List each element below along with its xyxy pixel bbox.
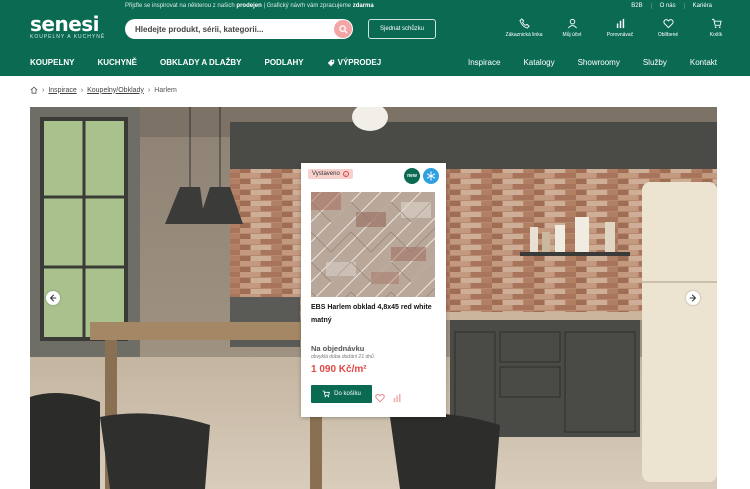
cart-label: Košík [709, 32, 723, 38]
availability: Na objednávku [311, 344, 365, 353]
nav-item-bathrooms[interactable]: KOUPELNY [30, 58, 74, 67]
search-bar [125, 19, 353, 39]
nav-item-services[interactable]: Služby [643, 58, 667, 67]
nav-item-catalogs[interactable]: Katalogy [523, 58, 554, 67]
add-to-cart-button[interactable]: Do košíku [311, 385, 372, 403]
promo-mid: | Grafický návrh vám zpracujeme [263, 3, 352, 9]
meeting-button[interactable]: Sjednat schůzku [368, 19, 436, 39]
product-card: Vystaveno i new EBS Harlem obklad 4,8x45… [301, 163, 446, 417]
breadcrumb: › Inspirace › Koupelny/Obklady › Harlem [30, 86, 177, 94]
customer-line-label: Zákaznická linka [505, 32, 543, 38]
arrow-left-icon [49, 294, 57, 302]
cart-icon [711, 18, 722, 28]
snowflake-icon [426, 171, 436, 181]
account-label: Můj účet [562, 32, 582, 38]
favorites-label: Oblíbené [657, 32, 679, 38]
top-links: B2B O nás Kariéra [623, 3, 720, 9]
chevron-right-icon: › [147, 86, 151, 94]
arrow-right-icon [689, 294, 697, 302]
cart-icon [322, 390, 330, 398]
header-icons: Zákaznická linka Můj účet Porovnávač Obl… [500, 18, 740, 38]
top-link-about[interactable]: O nás [650, 3, 684, 9]
logo-subtitle: KOUPELNY A KUCHYNĚ [30, 34, 106, 40]
customer-line-button[interactable]: Zákaznická linka [500, 18, 548, 38]
add-to-favorites-button[interactable] [375, 390, 385, 408]
top-link-b2b[interactable]: B2B [623, 3, 650, 9]
logo-name: senesi [30, 12, 100, 36]
search-input[interactable] [135, 24, 315, 34]
logo[interactable]: senesi KOUPELNY A KUCHYNĚ [30, 12, 105, 40]
breadcrumb-category[interactable]: Koupelny/Obklady [87, 87, 144, 94]
user-icon [567, 18, 577, 29]
compare-icon [393, 393, 401, 403]
top-promo-text: Přijďte se inspirovat na některou z naši… [125, 3, 374, 9]
site-header: Přijďte se inspirovat na některou z naši… [0, 0, 750, 76]
product-title[interactable]: EBS Harlem obklad 4,8x45 red white matný [311, 301, 439, 327]
product-image[interactable] [311, 192, 435, 297]
cart-button[interactable]: Košík [692, 18, 740, 38]
nav-item-inspiration[interactable]: Inspirace [468, 58, 500, 67]
tag-icon [327, 59, 334, 66]
prev-slide-button[interactable] [46, 291, 60, 305]
main-nav: KOUPELNY KUCHYNĚ OBKLADY A DLAŽBY PODLAH… [0, 49, 750, 76]
compare-button[interactable]: Porovnávač [596, 18, 644, 38]
heart-icon [375, 394, 385, 403]
status-badge-label: Vystaveno [312, 171, 340, 177]
delivery-time: obvyklá doba dodání 21 dnů [311, 354, 374, 360]
breadcrumb-inspiration[interactable]: Inspirace [48, 87, 76, 94]
phone-icon [518, 18, 530, 29]
chevron-right-icon: › [42, 86, 45, 94]
promo-prefix: Přijďte se inspirovat na některou z naši… [125, 3, 235, 9]
search-icon [338, 24, 348, 34]
chevron-right-icon: › [80, 86, 84, 94]
nav-item-tiles[interactable]: OBKLADY A DLAŽBY [160, 58, 241, 67]
status-badge: Vystaveno i [308, 169, 353, 179]
nav-item-contact[interactable]: Kontakt [690, 58, 717, 67]
add-to-compare-button[interactable] [392, 390, 402, 408]
product-price: 1 090 Kč/m² [311, 364, 367, 375]
nav-item-sale-label: VÝPRODEJ [337, 58, 382, 67]
add-to-cart-label: Do košíku [334, 391, 361, 397]
favorites-button[interactable]: Oblíbené [644, 18, 692, 38]
info-icon[interactable]: i [342, 171, 349, 177]
nav-item-floors[interactable]: PODLAHY [265, 58, 304, 67]
nav-item-sale[interactable]: VÝPRODEJ [327, 58, 405, 67]
breadcrumb-current: Harlem [154, 86, 177, 94]
nav-item-kitchens[interactable]: KUCHYNĚ [97, 58, 137, 67]
next-slide-button[interactable] [686, 291, 700, 305]
account-button[interactable]: Můj účet [548, 18, 596, 38]
nav-item-showrooms[interactable]: Showroomy [578, 58, 620, 67]
free-link[interactable]: zdarma [353, 3, 374, 9]
new-badge: new [404, 168, 420, 184]
home-icon[interactable] [30, 86, 38, 94]
top-link-career[interactable]: Kariéra [683, 3, 720, 9]
compare-label: Porovnávač [606, 32, 634, 38]
herringbone-tile-image [311, 192, 435, 297]
search-button[interactable] [334, 20, 352, 38]
compare-icon [616, 18, 624, 29]
stores-link[interactable]: prodejen [236, 3, 261, 9]
heart-icon [662, 19, 674, 29]
frost-resistant-badge [423, 168, 439, 184]
